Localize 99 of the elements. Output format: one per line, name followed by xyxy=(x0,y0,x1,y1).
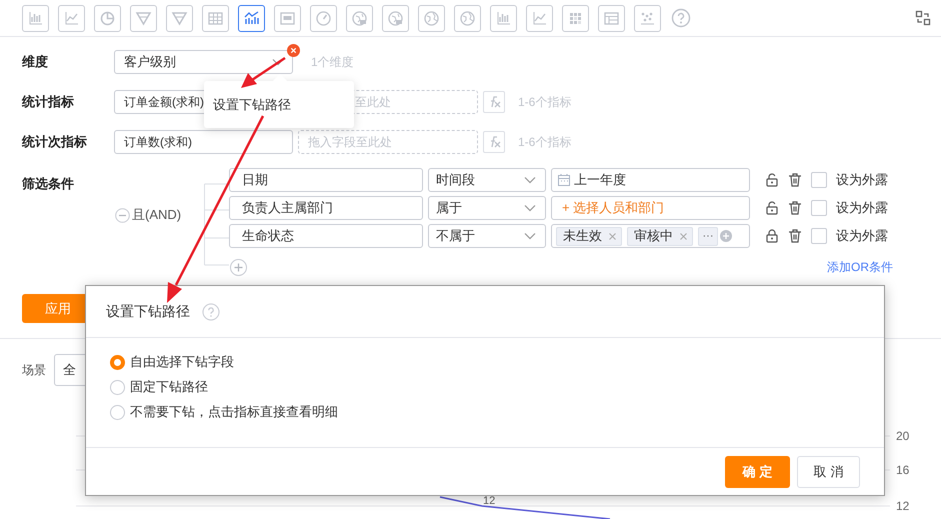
chart-type-button[interactable] xyxy=(346,4,373,32)
checkbox[interactable] xyxy=(811,228,827,244)
value-field[interactable]: 未生效 审核中 ··· xyxy=(551,224,750,248)
chevron-down-icon xyxy=(524,204,536,212)
chart-type-button[interactable] xyxy=(598,4,625,32)
chart-type-button[interactable] xyxy=(58,4,85,32)
unlocked-icon[interactable] xyxy=(766,201,778,215)
gauge-icon xyxy=(315,10,332,26)
trash-icon[interactable] xyxy=(788,173,802,187)
field-select[interactable]: 负责人主属部门 xyxy=(229,196,423,220)
add-icon xyxy=(720,230,732,242)
locked-icon[interactable] xyxy=(766,229,778,243)
line-chart-icon xyxy=(63,10,80,26)
dimension-select[interactable]: 客户级别 xyxy=(114,50,293,74)
tag-chip[interactable]: 审核中 xyxy=(627,226,693,246)
field-label: 场景 xyxy=(22,362,47,379)
funnel-icon xyxy=(171,10,188,26)
cancel-button[interactable]: 取 消 xyxy=(797,456,860,488)
checkbox[interactable] xyxy=(811,172,827,188)
help-icon xyxy=(202,302,220,320)
radio-label: 不需要下钻，点击指标直接查看明细 xyxy=(130,403,338,422)
field-select[interactable]: 日期 xyxy=(229,168,423,192)
chart-type-button[interactable] xyxy=(382,4,409,32)
chart-type-button[interactable] xyxy=(562,4,589,32)
globe-icon xyxy=(423,10,440,26)
radio-button[interactable] xyxy=(110,380,125,394)
operator-select[interactable]: 不属于 xyxy=(428,224,546,248)
chevron-down-icon xyxy=(524,232,536,240)
trash-icon[interactable] xyxy=(788,201,802,215)
chart-type-button[interactable] xyxy=(454,4,481,32)
bar-chart-icon xyxy=(27,10,44,26)
axis-label: 16 xyxy=(896,463,910,477)
chevron-down-icon xyxy=(524,176,536,184)
radio-button[interactable] xyxy=(110,354,125,370)
field-label: 统计指标 xyxy=(22,93,75,112)
operator-select[interactable]: 属于 xyxy=(428,196,546,220)
field-select[interactable]: 生命状态 xyxy=(229,224,423,248)
field-label: 统计次指标 xyxy=(22,133,88,152)
checkbox-label: 设为外露 xyxy=(836,199,888,218)
hint-text: 1-6个指标 xyxy=(518,134,572,151)
add-condition-icon xyxy=(230,258,247,276)
formula-button[interactable] xyxy=(483,131,505,153)
metric-field[interactable]: 订单数(求和) xyxy=(114,130,293,154)
line-chart-icon xyxy=(531,10,548,26)
pie-chart-icon xyxy=(99,10,116,26)
more-tag[interactable]: ··· xyxy=(698,226,718,246)
hint-text: 1-6个指标 xyxy=(518,94,572,111)
remove-icon xyxy=(680,232,687,240)
operator-select[interactable]: 时间段 xyxy=(428,168,546,192)
radio-label: 自由选择下钻字段 xyxy=(130,353,234,372)
globe-icon xyxy=(459,10,476,26)
swap-icon xyxy=(915,10,931,26)
funnel-icon xyxy=(135,10,152,26)
chart-type-button[interactable] xyxy=(166,4,193,32)
axis-label: 20 xyxy=(896,429,910,443)
chart-type-button[interactable] xyxy=(22,4,49,32)
chart-type-button[interactable] xyxy=(310,4,337,32)
chart-type-button[interactable] xyxy=(94,4,121,32)
checkbox-label: 设为外露 xyxy=(836,171,888,190)
popover-text[interactable]: 设置下钻路径 xyxy=(213,95,291,114)
logic-label: 且(AND) xyxy=(132,206,182,224)
chart-type-button[interactable] xyxy=(274,4,301,32)
field-label: 维度 xyxy=(22,53,49,72)
tag-chip[interactable]: 未生效 xyxy=(556,226,622,246)
chart-type-button[interactable] xyxy=(238,4,265,32)
card-icon xyxy=(279,10,296,26)
add-or-link[interactable]: 添加OR条件 xyxy=(827,258,893,276)
chart-type-button[interactable] xyxy=(526,4,553,32)
unlocked-icon[interactable] xyxy=(766,173,778,187)
chart-type-button[interactable] xyxy=(418,4,445,32)
value-field[interactable]: 上一年度 xyxy=(551,168,750,192)
chart-type-button[interactable] xyxy=(490,4,517,32)
chart-type-button[interactable] xyxy=(202,4,229,32)
combo-chart-icon xyxy=(243,10,260,26)
bar-chart-icon xyxy=(495,10,512,26)
chart-type-button[interactable] xyxy=(634,4,661,32)
collapse-icon[interactable] xyxy=(115,208,130,222)
point-label: 12 xyxy=(483,495,496,507)
layout-icon xyxy=(603,10,620,26)
axis-label: 12 xyxy=(896,499,910,513)
field-label: 筛选条件 xyxy=(22,175,75,193)
map-icon xyxy=(351,10,368,26)
hint-text: 1个维度 xyxy=(311,54,354,71)
close-icon[interactable] xyxy=(287,44,300,57)
map-icon xyxy=(387,10,404,26)
radio-button[interactable] xyxy=(110,404,125,420)
calendar-icon xyxy=(558,174,570,186)
chart-type-button[interactable] xyxy=(130,4,157,32)
checkbox[interactable] xyxy=(811,200,827,216)
radio-label: 固定下钻路径 xyxy=(130,378,208,396)
dialog-title: 设置下钻路径 xyxy=(106,302,190,321)
annotation-arrow xyxy=(241,56,286,88)
table-icon xyxy=(207,10,224,26)
formula-button[interactable] xyxy=(483,91,505,113)
help-icon xyxy=(671,8,691,28)
trash-icon[interactable] xyxy=(788,229,802,243)
remove-icon xyxy=(609,232,616,240)
checkbox-label: 设为外露 xyxy=(836,227,888,246)
scatter-icon xyxy=(639,10,656,26)
